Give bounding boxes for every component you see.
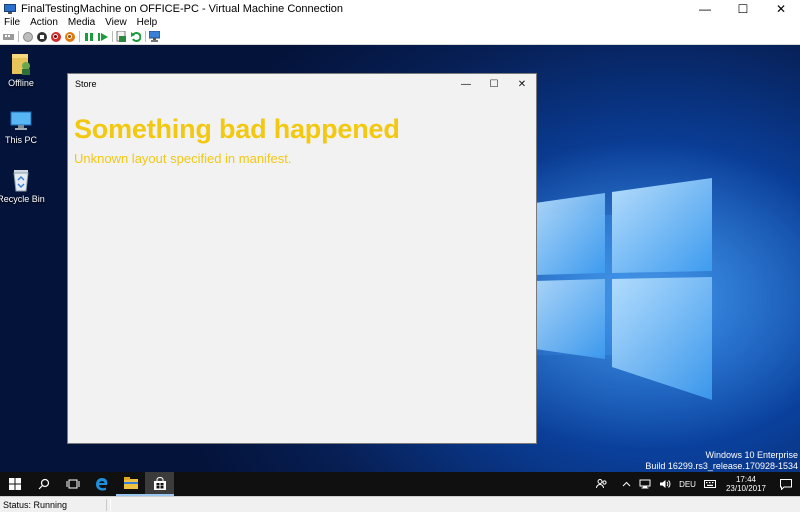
input-language-button[interactable]: DEU (675, 472, 700, 496)
speaker-icon (660, 480, 671, 488)
menu-action[interactable]: Action (25, 17, 63, 29)
edition-name: Windows 10 Enterprise (705, 450, 798, 460)
desktop-icon-this-pc[interactable]: This PC (0, 109, 45, 145)
people-icon (596, 479, 607, 489)
resume-icon[interactable] (97, 31, 108, 42)
menu-media[interactable]: Media (63, 17, 100, 29)
toolbar-separator (112, 31, 113, 42)
host-menubar: File Action Media View Help (0, 17, 800, 29)
volume-button[interactable] (655, 472, 675, 496)
host-titlebar: FinalTestingMachine on OFFICE-PC - Virtu… (0, 0, 800, 17)
enhanced-session-icon[interactable] (149, 31, 160, 42)
desktop-icon-offline[interactable]: Offline (0, 52, 45, 88)
show-hidden-icons-button[interactable] (618, 472, 635, 496)
action-center-button[interactable] (772, 472, 800, 496)
store-minimize-button[interactable]: — (452, 74, 480, 94)
host-maximize-button[interactable]: ☐ (724, 0, 762, 17)
edge-browser-icon (95, 478, 107, 491)
this-pc-icon (9, 109, 33, 133)
user-folder-icon (10, 52, 32, 76)
desktop-icon-label: Offline (8, 78, 34, 88)
statusbar-divider (110, 499, 111, 511)
clock-time: 17:44 (735, 475, 756, 484)
desktop-icon-recycle-bin[interactable]: Recycle Bin (0, 166, 45, 204)
menu-help[interactable]: Help (132, 17, 163, 29)
menu-file[interactable]: File (0, 17, 25, 29)
store-window-controls: — ☐ ✕ (452, 74, 536, 94)
taskbar-clock[interactable]: 17:44 23/10/2017 (720, 475, 772, 493)
recycle-bin-icon (10, 166, 32, 192)
network-button[interactable] (635, 472, 655, 496)
toolbar-separator (79, 31, 80, 42)
search-button[interactable] (29, 472, 58, 496)
start-icon[interactable] (22, 31, 33, 42)
revert-icon[interactable] (130, 31, 141, 42)
file-explorer-icon (123, 477, 138, 489)
pause-icon[interactable] (83, 31, 94, 42)
network-icon (639, 479, 651, 489)
host-close-button[interactable]: ✕ (762, 0, 800, 17)
store-close-button[interactable]: ✕ (508, 74, 536, 94)
keyboard-icon (703, 480, 716, 488)
windows-wallpaper-logo-icon (535, 178, 712, 400)
people-button[interactable] (586, 472, 618, 496)
touch-keyboard-button[interactable] (700, 472, 720, 496)
toolbar-separator (145, 31, 146, 42)
host-window-controls: — ☐ ✕ (686, 0, 800, 17)
menu-view[interactable]: View (100, 17, 132, 29)
chevron-up-icon (622, 481, 631, 487)
statusbar-divider (106, 499, 107, 511)
search-icon (38, 478, 49, 490)
taskbar-file-explorer-button[interactable] (116, 472, 145, 496)
host-window-title: FinalTestingMachine on OFFICE-PC - Virtu… (21, 2, 343, 15)
store-bag-icon (153, 476, 166, 490)
store-titlebar: Store — ☐ ✕ (68, 74, 536, 94)
vm-status: Status: Running (3, 499, 68, 510)
taskbar-edge-button[interactable] (87, 472, 116, 496)
desktop-icon-label: This PC (4, 135, 37, 145)
shut-down-icon[interactable] (50, 31, 61, 42)
system-tray: DEU 17:44 23/10/2017 (586, 472, 800, 496)
edition-build: Build 16299.rs3_release.170928-1534 (645, 461, 798, 471)
host-statusbar: Status: Running (0, 496, 800, 512)
turn-off-icon[interactable] (36, 31, 47, 42)
task-view-icon (66, 479, 79, 489)
store-maximize-button[interactable]: ☐ (480, 74, 508, 94)
taskbar-store-button[interactable] (145, 472, 174, 496)
error-heading: Something bad happened (74, 114, 400, 144)
edition-watermark: Windows 10 Enterprise Build 16299.rs3_re… (645, 450, 798, 472)
save-state-icon[interactable] (64, 31, 75, 42)
host-minimize-button[interactable]: — (686, 0, 724, 17)
notification-icon (780, 478, 792, 490)
ctrl-alt-del-icon[interactable] (3, 31, 14, 42)
store-window: Store — ☐ ✕ Something bad happened Unkno… (67, 73, 537, 444)
clock-date: 23/10/2017 (725, 484, 766, 493)
toolbar-separator (18, 31, 19, 42)
task-view-button[interactable] (58, 472, 87, 496)
store-window-title: Store (75, 79, 97, 89)
vm-connection-icon (4, 3, 16, 14)
start-button[interactable] (0, 472, 29, 496)
host-toolbar (0, 29, 800, 45)
desktop-icon-label: Recycle Bin (0, 194, 45, 204)
guest-desktop: Offline This PC Recycle Bin Store — ☐ ✕ … (0, 45, 800, 472)
windows-start-icon (8, 478, 21, 490)
error-message: Unknown layout specified in manifest. (74, 151, 292, 166)
checkpoint-icon[interactable] (116, 31, 127, 42)
taskbar: DEU 17:44 23/10/2017 (0, 472, 800, 496)
